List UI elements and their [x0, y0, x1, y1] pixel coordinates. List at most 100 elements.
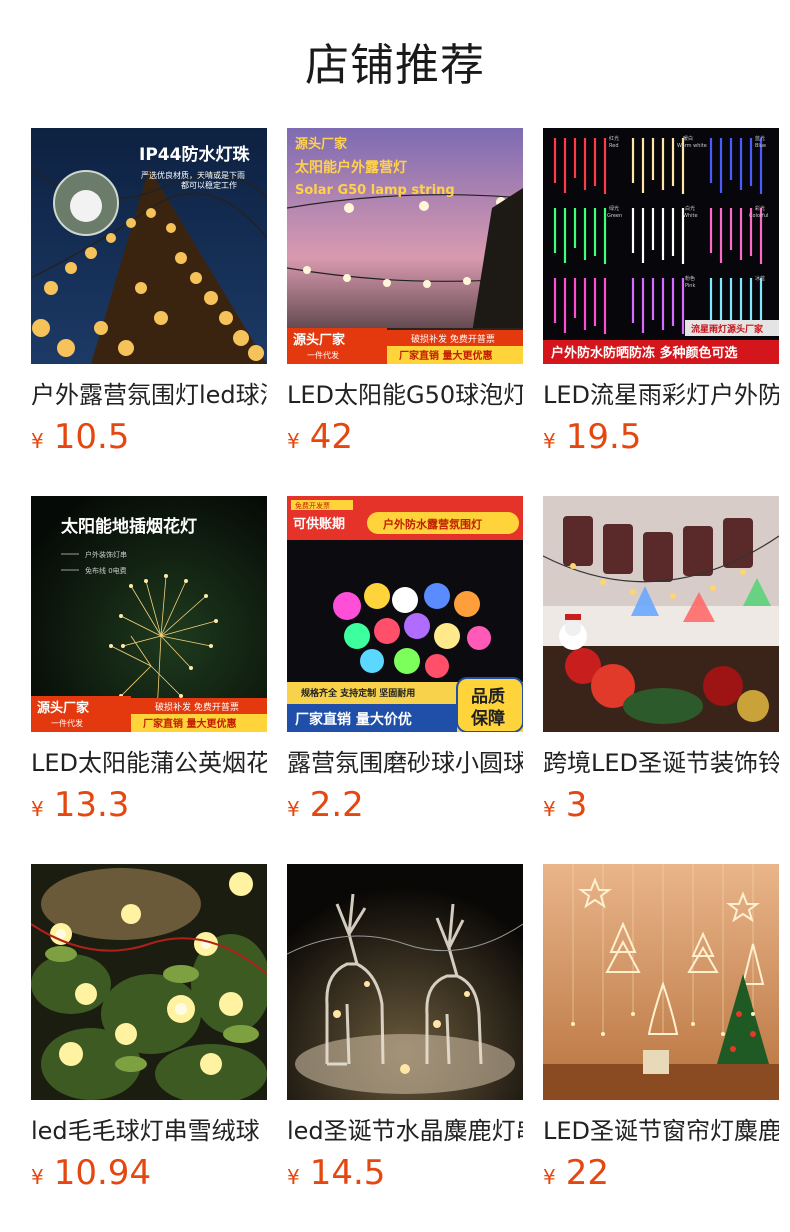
svg-text:可供账期: 可供账期 — [293, 516, 345, 532]
product-name[interactable]: 户外露营氛围灯led球泡灯串 — [31, 378, 267, 412]
store-recommendations-page: 店铺推荐 IP44防水灯珠 严选优良材质，天晴或是下雨 都可以稳定工作 户外露营… — [0, 0, 790, 1232]
svg-text:保障: 保障 — [470, 708, 505, 729]
svg-text:Pink: Pink — [685, 283, 695, 289]
product-card[interactable]: LED圣诞节窗帘灯麋鹿 ¥22 — [543, 864, 779, 1204]
product-image-graphic: IP44防水灯珠 严选优良材质，天晴或是下雨 都可以稳定工作 — [31, 128, 267, 364]
svg-text:暖白: 暖白 — [683, 135, 693, 142]
svg-text:厂家直销 量大更优惠: 厂家直销 量大更优惠 — [399, 349, 492, 362]
product-card[interactable]: 太阳能地插烟花灯 户外装饰灯串 免布线 0电费 源头厂家 一件代发 破损补发 免… — [31, 496, 267, 836]
product-card[interactable]: 免费开发票 可供账期 户外防水露营氛围灯 规格齐全 支持定制 坚固耐用 厂家直销… — [287, 496, 523, 836]
svg-text:白光: 白光 — [685, 205, 695, 212]
product-image[interactable] — [287, 864, 523, 1100]
product-name[interactable]: 跨境LED圣诞节装饰铃铛灯串 — [543, 746, 779, 780]
product-card[interactable]: 跨境LED圣诞节装饰铃铛灯串 ¥3 — [543, 496, 779, 836]
currency-symbol: ¥ — [543, 429, 556, 453]
product-image-graphic — [543, 864, 779, 1100]
image-headline: IP44防水灯珠 — [139, 144, 250, 165]
svg-text:源头厂家: 源头厂家 — [37, 700, 90, 716]
svg-text:Blue: Blue — [755, 143, 766, 149]
price-value: 10.5 — [53, 417, 130, 457]
currency-symbol: ¥ — [287, 797, 300, 821]
product-price: ¥13.3 — [31, 783, 129, 827]
price-value: 13.3 — [53, 785, 130, 825]
svg-text:冰蓝: 冰蓝 — [755, 275, 765, 282]
product-price: ¥2.2 — [287, 783, 364, 827]
svg-text:White: White — [683, 213, 698, 219]
svg-text:绿光: 绿光 — [609, 205, 619, 212]
price-value: 22 — [565, 1153, 609, 1193]
svg-text:流星雨灯源头厂家: 流星雨灯源头厂家 — [691, 323, 764, 335]
currency-symbol: ¥ — [543, 1165, 556, 1189]
product-image-graphic: 源头厂家 太阳能户外露营灯 Solar G50 lamp string 源头厂家… — [287, 128, 523, 364]
svg-text:厂家直销 量大更优惠: 厂家直销 量大更优惠 — [143, 717, 236, 730]
svg-text:免布线 0电费: 免布线 0电费 — [85, 566, 127, 575]
currency-symbol: ¥ — [287, 1165, 300, 1189]
product-image[interactable]: 免费开发票 可供账期 户外防水露营氛围灯 规格齐全 支持定制 坚固耐用 厂家直销… — [287, 496, 523, 732]
svg-text:户外防水防晒防冻 多种颜色可选: 户外防水防晒防冻 多种颜色可选 — [551, 345, 738, 361]
product-card[interactable]: 源头厂家 太阳能户外露营灯 Solar G50 lamp string 源头厂家… — [287, 128, 523, 468]
page-title: 店铺推荐 — [305, 40, 485, 91]
svg-text:户外装饰灯串: 户外装饰灯串 — [85, 550, 127, 559]
product-name[interactable]: led毛毛球灯串雪绒球 — [31, 1114, 267, 1148]
currency-symbol: ¥ — [31, 429, 44, 453]
product-price: ¥42 — [287, 415, 353, 459]
product-image-graphic: 免费开发票 可供账期 户外防水露营氛围灯 规格齐全 支持定制 坚固耐用 厂家直销… — [287, 496, 523, 732]
svg-text:一件代发: 一件代发 — [51, 718, 83, 728]
product-card[interactable]: led圣诞节水晶麋鹿灯串 ¥14.5 — [287, 864, 523, 1204]
svg-text:严选优良材质，天晴或是下雨: 严选优良材质，天晴或是下雨 — [141, 170, 245, 180]
currency-symbol: ¥ — [31, 797, 44, 821]
product-image[interactable]: 太阳能地插烟花灯 户外装饰灯串 免布线 0电费 源头厂家 一件代发 破损补发 免… — [31, 496, 267, 732]
product-image-graphic — [543, 496, 779, 732]
product-name[interactable]: LED太阳能蒲公英烟花灯 — [31, 746, 267, 780]
price-value: 19.5 — [565, 417, 642, 457]
product-price: ¥14.5 — [287, 1151, 385, 1195]
svg-text:Warm white: Warm white — [677, 143, 707, 149]
price-value: 3 — [565, 785, 588, 825]
svg-text:蓝光: 蓝光 — [755, 135, 765, 142]
product-price: ¥22 — [543, 1151, 609, 1195]
product-image[interactable]: 红光 Red 暖白 Warm white 蓝光 Blue 绿光 Green 白光… — [543, 128, 779, 364]
product-name[interactable]: LED太阳能G50球泡灯串 — [287, 378, 523, 412]
svg-text:彩光: 彩光 — [755, 205, 765, 212]
product-image[interactable]: IP44防水灯珠 严选优良材质，天晴或是下雨 都可以稳定工作 — [31, 128, 267, 364]
svg-text:破损补发 免费开普票: 破损补发 免费开普票 — [155, 701, 239, 713]
svg-text:源头厂家: 源头厂家 — [293, 332, 346, 348]
svg-text:规格齐全 支持定制 坚固耐用: 规格齐全 支持定制 坚固耐用 — [301, 687, 415, 699]
svg-text:Green: Green — [607, 213, 622, 219]
currency-symbol: ¥ — [287, 429, 300, 453]
svg-text:粉色: 粉色 — [685, 275, 695, 282]
product-price: ¥10.94 — [31, 1151, 151, 1195]
price-value: 14.5 — [309, 1153, 386, 1193]
product-image[interactable]: 源头厂家 太阳能户外露营灯 Solar G50 lamp string 源头厂家… — [287, 128, 523, 364]
svg-text:都可以稳定工作: 都可以稳定工作 — [181, 180, 237, 190]
svg-text:免费开发票: 免费开发票 — [295, 501, 330, 510]
currency-symbol: ¥ — [543, 797, 556, 821]
product-price: ¥19.5 — [543, 415, 641, 459]
svg-text:Red: Red — [609, 143, 619, 149]
product-image[interactable] — [31, 864, 267, 1100]
product-price: ¥10.5 — [31, 415, 129, 459]
product-image[interactable] — [543, 864, 779, 1100]
product-name[interactable]: LED圣诞节窗帘灯麋鹿 — [543, 1114, 779, 1148]
svg-text:太阳能户外露营灯: 太阳能户外露营灯 — [295, 159, 407, 176]
product-image-graphic — [287, 864, 523, 1100]
svg-text:太阳能地插烟花灯: 太阳能地插烟花灯 — [61, 516, 197, 537]
product-price: ¥3 — [543, 783, 587, 827]
product-card[interactable]: 红光 Red 暖白 Warm white 蓝光 Blue 绿光 Green 白光… — [543, 128, 779, 468]
svg-text:源头厂家: 源头厂家 — [295, 136, 348, 152]
svg-text:Solar G50 lamp string: Solar G50 lamp string — [295, 183, 455, 198]
product-name[interactable]: led圣诞节水晶麋鹿灯串 — [287, 1114, 523, 1148]
svg-text:厂家直销 量大价优: 厂家直销 量大价优 — [295, 711, 412, 728]
currency-symbol: ¥ — [31, 1165, 44, 1189]
price-value: 2.2 — [309, 785, 364, 825]
svg-text:一件代发: 一件代发 — [307, 350, 339, 360]
product-image-graphic — [31, 864, 267, 1100]
product-card[interactable]: IP44防水灯珠 严选优良材质，天晴或是下雨 都可以稳定工作 户外露营氛围灯le… — [31, 128, 267, 468]
product-image[interactable] — [543, 496, 779, 732]
product-name[interactable]: LED流星雨彩灯户外防水 — [543, 378, 779, 412]
product-name[interactable]: 露营氛围磨砂球小圆球灯串 — [287, 746, 523, 780]
svg-text:品质: 品质 — [471, 687, 505, 707]
product-image-graphic: 太阳能地插烟花灯 户外装饰灯串 免布线 0电费 源头厂家 一件代发 破损补发 免… — [31, 496, 267, 732]
svg-text:破损补发 免费开普票: 破损补发 免费开普票 — [411, 333, 495, 345]
product-card[interactable]: led毛毛球灯串雪绒球 ¥10.94 — [31, 864, 267, 1204]
